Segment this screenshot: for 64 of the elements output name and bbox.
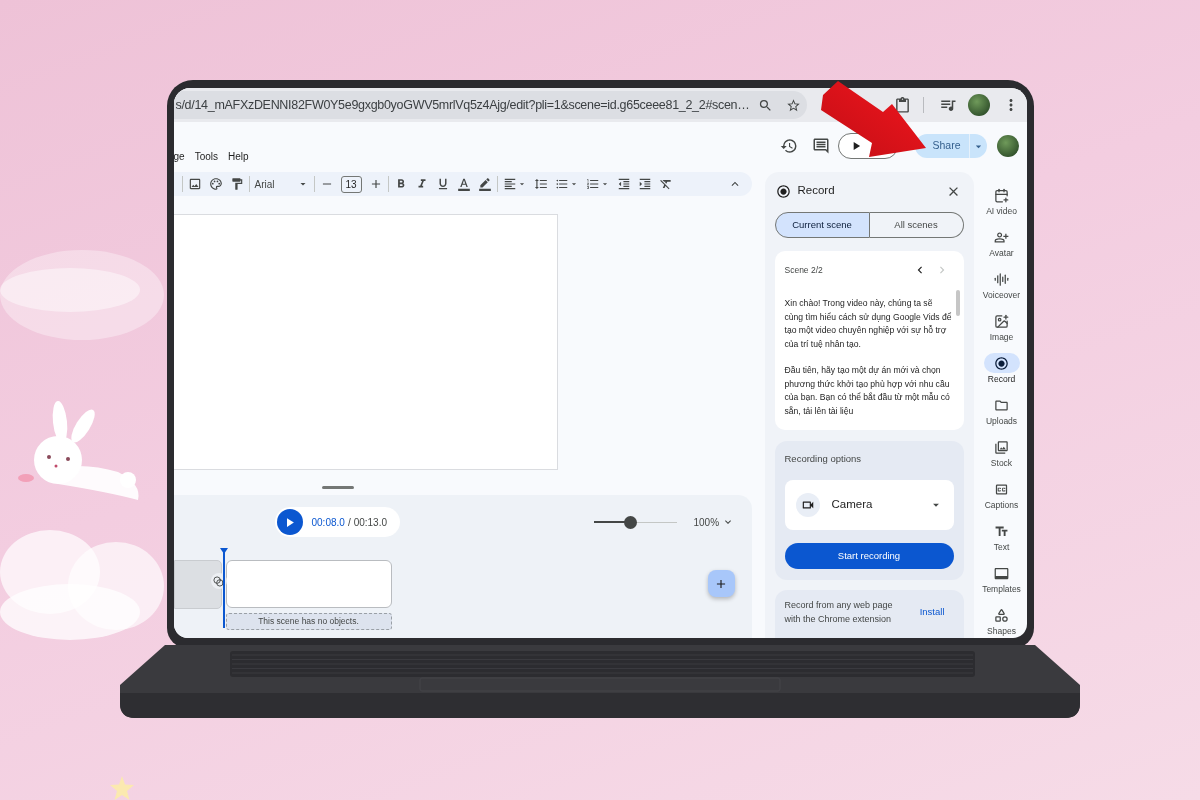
scene-clip[interactable] bbox=[225, 560, 392, 608]
sidebar-item[interactable]: AI video bbox=[986, 185, 1017, 216]
search-icon[interactable] bbox=[757, 97, 773, 113]
indent-increase-icon[interactable] bbox=[637, 177, 652, 191]
camera-icon bbox=[795, 493, 820, 517]
install-link[interactable]: Install bbox=[919, 605, 945, 620]
add-scene-button[interactable] bbox=[707, 570, 735, 597]
history-icon[interactable] bbox=[779, 137, 798, 155]
segment-tab[interactable]: Current scene bbox=[774, 212, 870, 238]
zoom-slider[interactable] bbox=[593, 515, 677, 529]
align-left-icon[interactable] bbox=[502, 177, 517, 191]
paint-roller-icon[interactable] bbox=[229, 177, 244, 191]
avatar-icon[interactable] bbox=[996, 135, 1019, 157]
script-paragraph: Xin chào! Trong video này, chúng ta sẽ cùng tìm hiểu cách sử dụng Google Vids để tạo một video chuyên nghiệp với sự hỗ trợ của trí tuệ nhân tạo. bbox=[784, 297, 953, 351]
sidebar-item[interactable]: Voiceover bbox=[982, 269, 1021, 300]
bulleted-list-icon[interactable] bbox=[554, 177, 569, 191]
font-size-field[interactable]: 13 bbox=[340, 175, 362, 193]
share-button[interactable]: Share bbox=[914, 134, 969, 158]
source-dropdown[interactable]: Camera bbox=[784, 480, 954, 530]
clear-formatting-icon[interactable] bbox=[658, 177, 673, 191]
playhead-marker[interactable] bbox=[219, 548, 228, 628]
palette-icon[interactable] bbox=[208, 177, 223, 191]
panel-title: Record bbox=[797, 183, 835, 199]
menu-item[interactable]: Help bbox=[228, 151, 249, 163]
sidebar-item[interactable]: Avatar bbox=[989, 227, 1014, 258]
scene-counter: Scene 2/2 bbox=[784, 263, 823, 277]
address-bar[interactable]: s/d/14_mAFXzDENNI82FW0Y5e9gxgb0yoGWV5mrlVq5z4Ajg/edit?pli=1&scene=id.g65ceee81_2_2#scen… bbox=[173, 91, 807, 119]
sidebar-item[interactable]: Stock bbox=[990, 437, 1013, 468]
record-icon bbox=[775, 183, 791, 199]
indent-decrease-icon[interactable] bbox=[616, 177, 631, 191]
resize-handle[interactable] bbox=[321, 486, 354, 489]
text-color-icon[interactable] bbox=[456, 177, 471, 191]
start-recording-button[interactable]: Start recording bbox=[784, 543, 954, 569]
numbered-list-icon[interactable] bbox=[585, 177, 600, 191]
star-icon[interactable] bbox=[785, 97, 801, 113]
image-icon[interactable] bbox=[187, 177, 202, 191]
menu-item[interactable]: ge bbox=[173, 151, 185, 163]
sidebar-item[interactable]: Image bbox=[989, 311, 1014, 342]
star-drawing bbox=[110, 776, 134, 800]
font-dropdown[interactable]: Arial bbox=[254, 176, 309, 192]
script-paragraph: Đầu tiên, hãy tạo một dự án mới và chọn phương thức khởi tạo phù hợp với nhu cầu của bạn. Bạn có thể bắt đầu từ một mẫu có sẵn, tải lên tài liệu bbox=[784, 364, 951, 418]
current-time: 00:08.0 bbox=[311, 515, 345, 530]
comment-icon[interactable] bbox=[811, 137, 830, 155]
play-button[interactable] bbox=[276, 509, 303, 535]
line-spacing-icon[interactable] bbox=[533, 177, 548, 191]
sidebar-item[interactable]: Templates bbox=[982, 563, 1021, 594]
zoom-dropdown[interactable]: 100% bbox=[693, 514, 735, 530]
sidebar-item[interactable]: Shapes bbox=[987, 605, 1016, 636]
menu-item[interactable]: Tools bbox=[194, 151, 218, 163]
sidebar-item[interactable]: Uploads bbox=[985, 395, 1018, 426]
highlighter-icon[interactable] bbox=[477, 177, 492, 191]
empty-scene-note: This scene has no objects. bbox=[225, 613, 392, 630]
avatar-icon[interactable] bbox=[967, 94, 990, 116]
total-time: 00:13.0 bbox=[353, 515, 388, 530]
sidebar-item[interactable]: Captions bbox=[984, 479, 1019, 510]
clipboard-icon[interactable] bbox=[893, 96, 911, 114]
time-separator: / bbox=[347, 515, 351, 530]
slider-thumb[interactable] bbox=[624, 515, 638, 529]
sidebar-item[interactable]: Text bbox=[993, 521, 1010, 552]
section-title: Recording options bbox=[784, 453, 863, 465]
scrollbar[interactable] bbox=[955, 290, 960, 316]
scene-thumbnail[interactable] bbox=[173, 560, 222, 609]
extension-text: Record from any web page with the Chrome extension bbox=[784, 599, 894, 626]
sidebar-item[interactable]: Record bbox=[983, 353, 1020, 384]
